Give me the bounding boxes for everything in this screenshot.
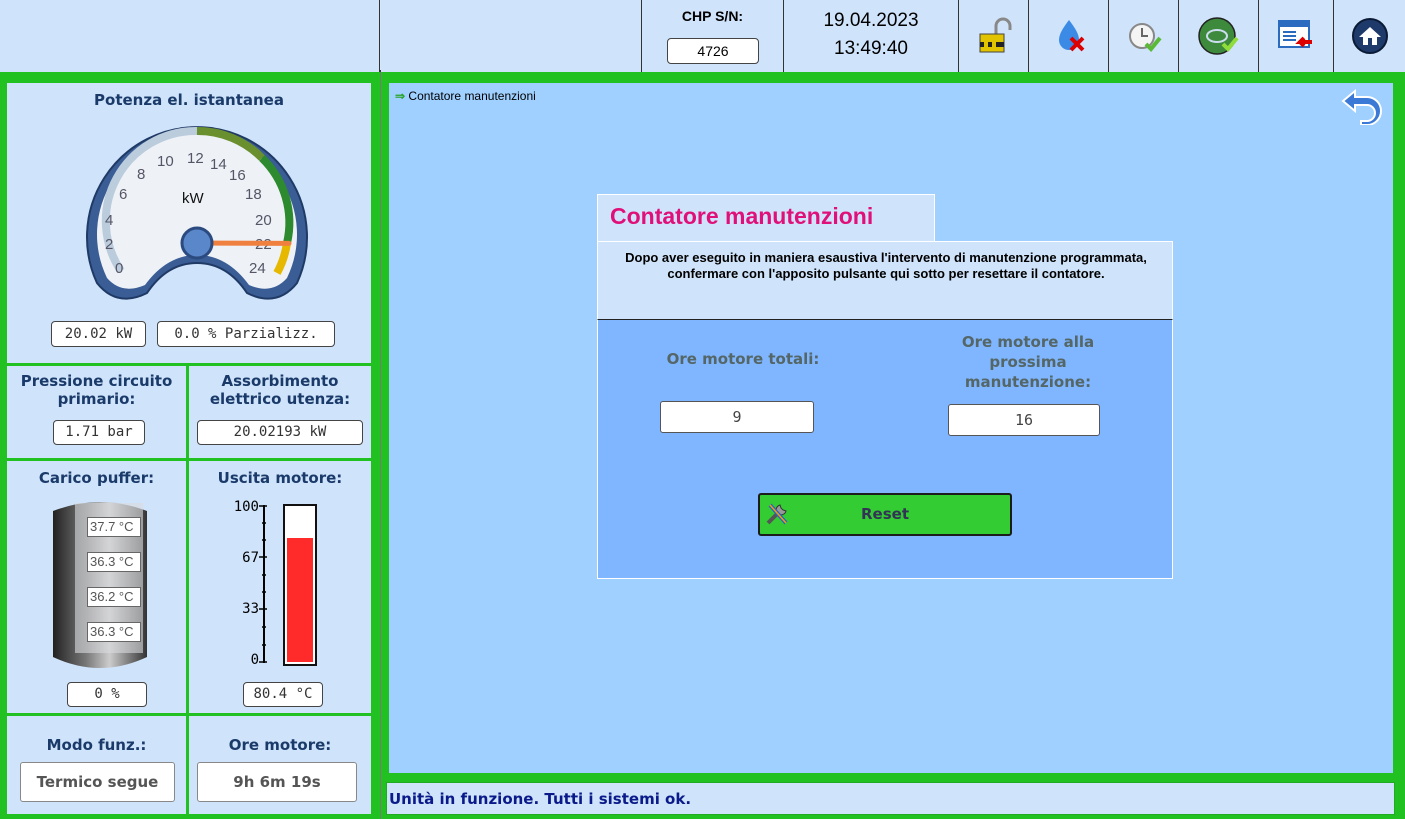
total-hours-value: 9 — [660, 401, 814, 433]
absorption-value: 20.02193 kW — [197, 420, 363, 445]
pressure-value: 1.71 bar — [53, 420, 145, 445]
gauge-tick-24: 24 — [249, 260, 266, 277]
burner-fault-icon — [1058, 20, 1084, 52]
gauge-tick-8: 8 — [137, 166, 145, 183]
unlock-icon — [979, 17, 1011, 53]
breadcrumb-text: Contatore manutenzioni — [408, 89, 536, 103]
mode-label: Modo funz.: — [46, 736, 147, 754]
gauge-tick-10: 10 — [157, 153, 174, 170]
back-arrow-icon[interactable] — [1341, 87, 1383, 125]
power-gauge: 0 2 4 6 8 10 12 14 16 18 20 22 24 kW — [86, 126, 308, 300]
buffer-temp-1: 37.7 °C — [87, 517, 141, 537]
scale-33: 33 — [242, 601, 259, 617]
total-hours-label: Ore motore totali: — [666, 350, 820, 368]
gauge-tick-18: 18 — [245, 186, 262, 203]
gauge-tick-12: 12 — [187, 150, 204, 167]
buffer-temp-4: 36.3 °C — [87, 622, 141, 642]
buffer-percent: 0 % — [67, 682, 147, 707]
time-text: 13:49:40 — [834, 38, 908, 59]
dialog-message: Dopo aver eseguito in maniera esaustiva … — [625, 250, 1147, 281]
buffer-temp-2: 36.3 °C — [87, 552, 141, 572]
serial-label: CHP S/N: — [681, 8, 744, 24]
dialog-body: Ore motore totali: 9 Ore motore alla pro… — [597, 320, 1173, 579]
engine-temp-fill — [287, 538, 313, 662]
home-button[interactable] — [1333, 0, 1405, 72]
serial-cell: CHP S/N: 4726 — [641, 0, 783, 72]
gauge-section: Potenza el. istantanea 0 2 4 6 8 10 12 1… — [7, 83, 371, 363]
window-back-icon — [1278, 20, 1312, 48]
breadcrumb: ⇒ Contatore manutenzioni — [395, 89, 536, 103]
dialog-title: Contatore manutenzioni — [610, 203, 874, 229]
scale-67: 67 — [242, 550, 259, 566]
home-icon — [1351, 18, 1388, 54]
top-left-cell — [0, 0, 380, 72]
left-panel: Potenza el. istantanea 0 2 4 6 8 10 12 1… — [0, 72, 380, 819]
hours-section: Ore motore: 9h 6m 19s — [189, 716, 371, 814]
gauge-tick-14: 14 — [210, 156, 227, 173]
reset-label: Reset — [861, 505, 909, 523]
gauge-tick-20: 20 — [255, 212, 272, 229]
partialization-value: 0.0 % Parzializz. — [157, 321, 335, 347]
engine-out-value: 80.4 °C — [243, 682, 323, 707]
back-window-button[interactable] — [1258, 0, 1333, 72]
dialog-title-tab: Contatore manutenzioni — [597, 194, 935, 242]
buffer-section: Carico puffer: 37.7 °C 36.3 °C 36.2 °C 3… — [7, 461, 186, 713]
top-toolbar: CHP S/N: 4726 19.04.2023 13:49:40 — [0, 0, 1405, 72]
date-text: 19.04.2023 — [823, 10, 919, 31]
pressure-label: Pressione circuito primario: — [20, 372, 173, 408]
gauge-tick-6: 6 — [119, 186, 127, 203]
serial-value: 4726 — [667, 38, 759, 64]
datetime-cell: 19.04.2023 13:49:40 — [783, 0, 958, 72]
main-area: ⇒ Contatore manutenzioni Contatore manut… — [389, 83, 1393, 773]
buffer-label: Carico puffer: — [38, 469, 155, 487]
engine-ok-icon — [1197, 17, 1239, 55]
gauge-tick-4: 4 — [105, 212, 113, 229]
scale-0: 0 — [250, 652, 259, 668]
status-text: Unità in funzione. Tutti i sistemi ok. — [389, 790, 692, 808]
unlock-button[interactable] — [958, 0, 1028, 72]
mode-value: Termico segue — [20, 762, 175, 802]
gauge-tick-16: 16 — [229, 167, 246, 184]
absorption-label: Assorbimento elettrico utenza: — [209, 372, 351, 408]
gauge-unit: kW — [182, 190, 205, 207]
timer-button[interactable] — [1108, 0, 1178, 72]
breadcrumb-arrow-icon: ⇒ — [395, 89, 406, 103]
engine-out-label: Uscita motore: — [217, 469, 343, 487]
engine-status-button[interactable] — [1178, 0, 1258, 72]
gauge-tick-2: 2 — [105, 236, 113, 253]
engine-temp-bar — [283, 504, 317, 666]
next-maintenance-value: 16 — [948, 404, 1100, 436]
mode-section: Modo funz.: Termico segue — [7, 716, 186, 814]
absorption-section: Assorbimento elettrico utenza: 20.02193 … — [189, 366, 371, 458]
scale-100: 100 — [233, 499, 259, 515]
buffer-temp-3: 36.2 °C — [87, 587, 141, 607]
gauge-hub — [180, 226, 214, 260]
engine-scale-ticks — [259, 505, 267, 663]
gauge-tick-0: 0 — [115, 260, 123, 277]
status-bar: Unità in funzione. Tutti i sistemi ok. — [386, 782, 1395, 815]
gauge-title: Potenza el. istantanea — [94, 91, 284, 109]
pressure-section: Pressione circuito primario: 1.71 bar — [7, 366, 186, 458]
hours-label: Ore motore: — [228, 736, 332, 754]
burner-fault-button[interactable] — [1028, 0, 1108, 72]
dialog-message-box: Dopo aver eseguito in maniera esaustiva … — [597, 241, 1173, 320]
timer-ok-icon — [1128, 23, 1162, 52]
hours-value: 9h 6m 19s — [197, 762, 357, 802]
reset-button[interactable]: Reset — [758, 493, 1012, 536]
power-value: 20.02 kW — [51, 321, 146, 347]
top-mid-cell — [381, 0, 641, 72]
engine-out-section: Uscita motore: 100 67 33 0 80.4 °C — [189, 461, 371, 713]
next-maintenance-label: Ore motore alla prossima manutenzione: — [961, 333, 1095, 391]
